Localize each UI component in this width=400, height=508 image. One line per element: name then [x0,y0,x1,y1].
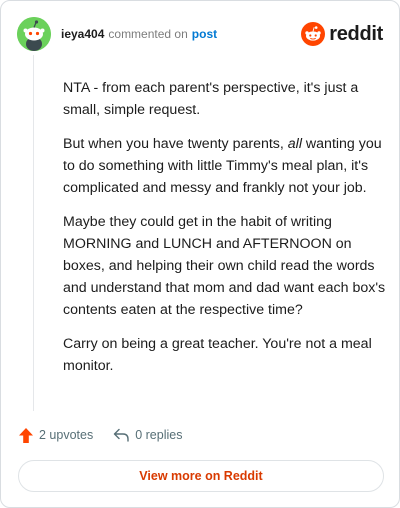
comment-header: ieya404 commented on post reddit [17,17,383,51]
comment-paragraph-3: Maybe they could get in the habit of wri… [63,214,386,318]
comment-paragraph-2: But when you have twenty parents, all wa… [63,133,393,199]
post-link[interactable]: post [192,27,217,41]
upvote-count: 2 upvotes [39,428,94,442]
view-more-on-reddit-button[interactable]: View more on Reddit [18,460,384,492]
comment-paragraph-1: NTA - from each parent's perspective, it… [63,80,359,118]
reply-button[interactable]: 0 replies [113,428,182,442]
user-avatar[interactable] [17,17,51,51]
reddit-logo-icon [301,22,326,46]
reply-count: 0 replies [135,428,183,442]
upvote-button[interactable]: 2 upvotes [19,427,94,443]
upvote-arrow-icon [19,427,33,443]
comment-meta: ieya404 commented on post [61,27,217,41]
comment-footer: 2 upvotes 0 replies [19,425,182,445]
reddit-wordmark: reddit [329,22,383,45]
reply-arrow-icon [114,428,129,442]
comment-paragraph-4: Carry on being a great teacher. You're n… [63,336,372,374]
snoo-avatar-icon [17,17,51,51]
reddit-logo[interactable]: reddit [301,21,383,47]
embedded-comment-card: ieya404 commented on post reddit NTA - fro… [0,0,400,508]
comment-action-text: commented on [108,27,188,41]
comment-paragraph-2-before: But when you have twenty parents, [63,136,288,152]
comment-body: NTA - from each parent's perspective, it… [63,77,393,389]
comment-paragraph-2-emphasis: all [287,136,302,152]
username-link[interactable]: ieya404 [61,27,104,41]
thread-line [33,55,34,411]
